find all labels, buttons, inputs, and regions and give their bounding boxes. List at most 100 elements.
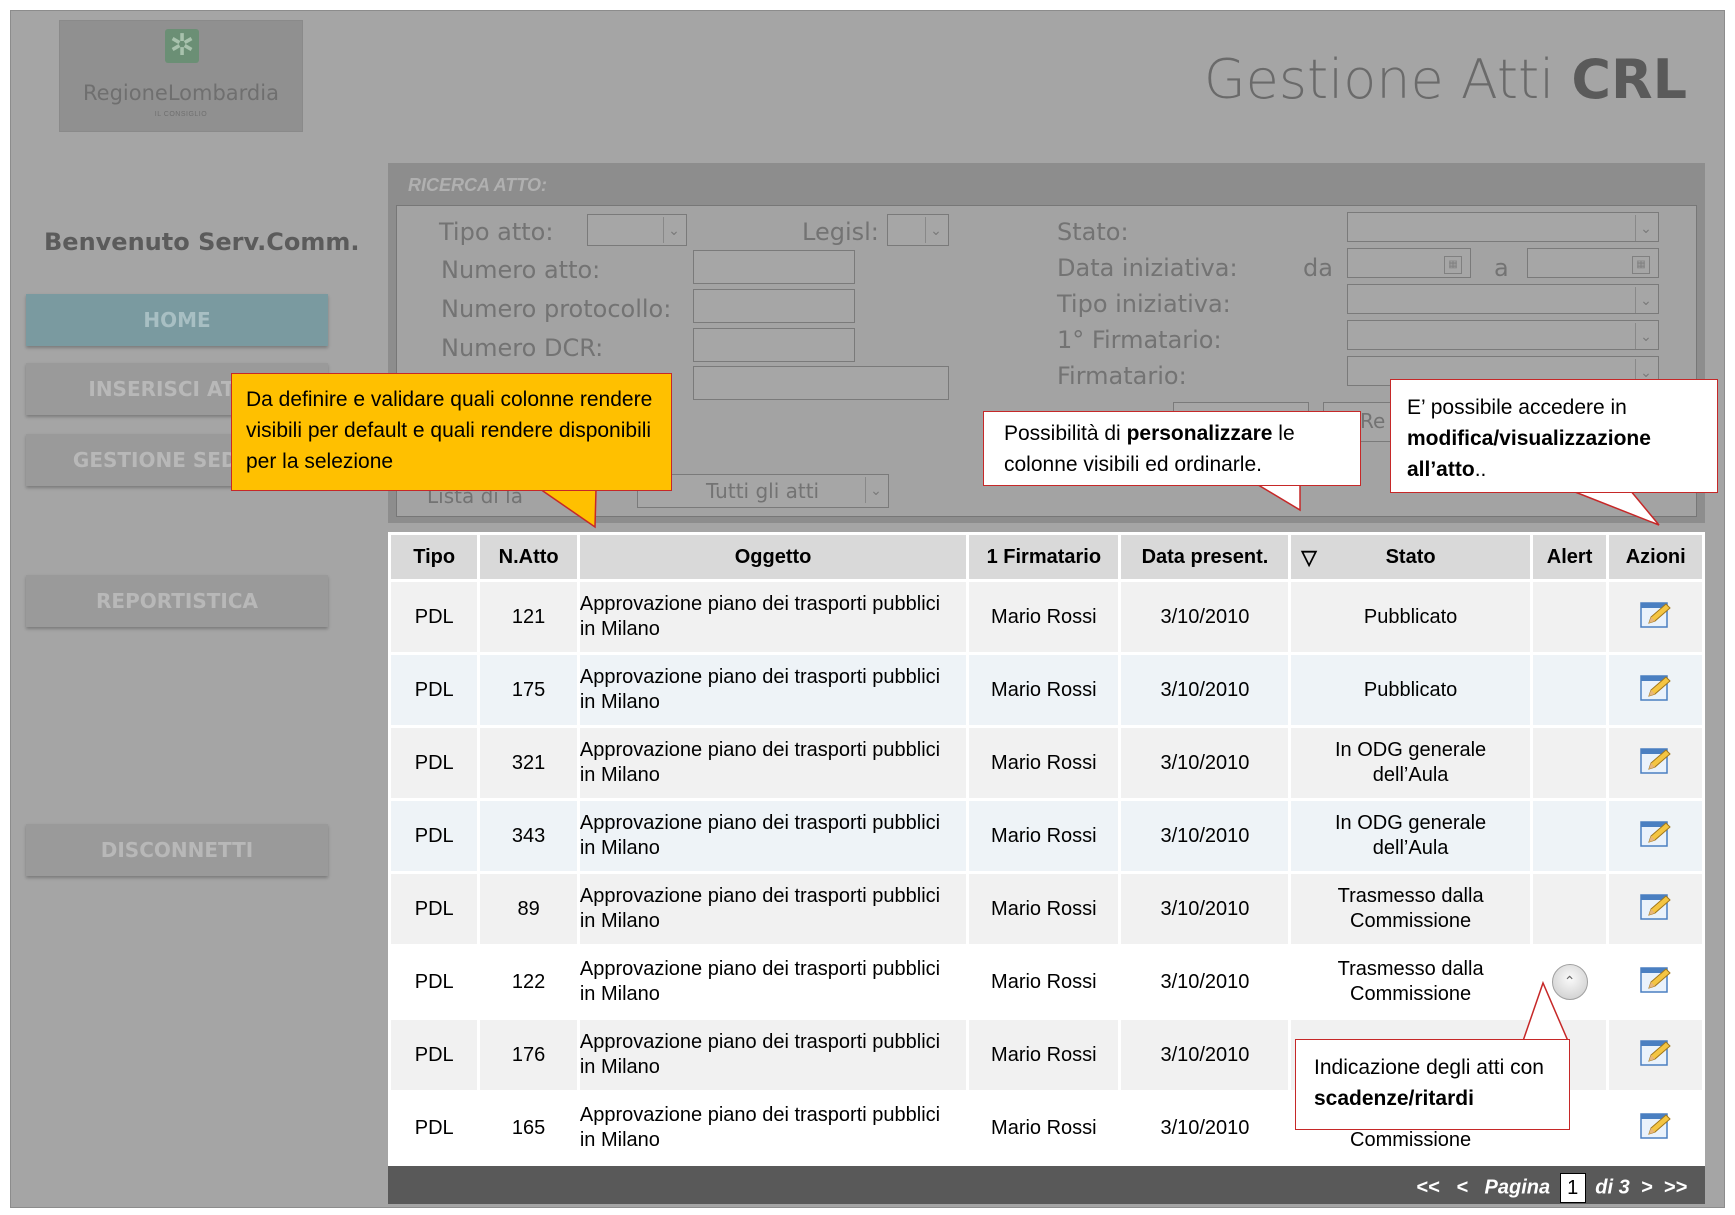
callout-columns-bold: personalizzare bbox=[1126, 422, 1273, 445]
col-natto-header[interactable]: N.Atto bbox=[480, 535, 577, 579]
logo-mark-icon: ✲ bbox=[165, 29, 199, 63]
stato-line-1: In ODG generale bbox=[1334, 739, 1487, 761]
chevron-down-icon: ⌄ bbox=[1635, 215, 1656, 241]
stato-select[interactable]: ⌄ bbox=[1347, 212, 1659, 242]
table-row[interactable]: PDL 122 Approvazione piano dei trasporti… bbox=[391, 947, 1702, 1017]
app-title-bold: CRL bbox=[1571, 48, 1687, 111]
edit-icon[interactable] bbox=[1639, 963, 1673, 995]
cell-data: 3/10/2010 bbox=[1121, 947, 1289, 1017]
calendar-icon[interactable]: ▦ bbox=[1444, 256, 1462, 274]
cell-tipo: PDL bbox=[391, 947, 478, 1017]
cell-alert: ⌃ bbox=[1532, 947, 1607, 1017]
chevron-down-icon: ⌄ bbox=[925, 217, 946, 243]
cell-firmatario: Mario Rossi bbox=[969, 947, 1119, 1017]
next-page-button[interactable]: > bbox=[1641, 1176, 1653, 1198]
stato-label: Stato: bbox=[1057, 218, 1129, 246]
cell-tipo: PDL bbox=[391, 1020, 478, 1090]
nav-home-button[interactable]: HOME bbox=[26, 294, 328, 346]
first-page-button[interactable]: << bbox=[1416, 1176, 1439, 1198]
col-tipo-header[interactable]: Tipo bbox=[391, 535, 478, 579]
table-row[interactable]: PDL 175 Approvazione piano dei trasporti… bbox=[391, 655, 1702, 725]
extra-search-input[interactable] bbox=[693, 366, 949, 400]
oggetto-line-2: in Milano bbox=[579, 1056, 660, 1078]
cell-data: 3/10/2010 bbox=[1121, 874, 1289, 944]
edit-icon[interactable] bbox=[1639, 671, 1673, 703]
cell-azioni bbox=[1609, 728, 1702, 798]
edit-icon[interactable] bbox=[1639, 817, 1673, 849]
callout-alert-bold: scadenze/ritardi bbox=[1314, 1087, 1474, 1110]
oggetto-line-1: Approvazione piano dei trasporti pubblic… bbox=[579, 593, 941, 615]
tipo-iniziativa-select[interactable]: ⌄ bbox=[1347, 284, 1659, 314]
edit-icon[interactable] bbox=[1639, 744, 1673, 776]
oggetto-line-1: Approvazione piano dei trasporti pubblic… bbox=[579, 1104, 941, 1126]
cell-stato: Pubblicato bbox=[1291, 655, 1530, 725]
cell-oggetto: Approvazione piano dei trasporti pubblic… bbox=[579, 947, 967, 1017]
calendar-icon[interactable]: ▦ bbox=[1632, 256, 1650, 274]
cell-tipo: PDL bbox=[391, 874, 478, 944]
cell-firmatario: Mario Rossi bbox=[969, 728, 1119, 798]
data-iniziativa-label: Data iniziativa: bbox=[1057, 254, 1238, 282]
cell-natto: 121 bbox=[480, 582, 577, 652]
table-row[interactable]: PDL 121 Approvazione piano dei trasporti… bbox=[391, 582, 1702, 652]
edit-icon[interactable] bbox=[1639, 1036, 1673, 1068]
prev-page-button[interactable]: < bbox=[1456, 1176, 1468, 1198]
data-a-label: a bbox=[1494, 254, 1509, 282]
cell-azioni bbox=[1609, 1020, 1702, 1090]
primo-firmatario-select[interactable]: ⌄ bbox=[1347, 320, 1659, 350]
cell-data: 3/10/2010 bbox=[1121, 1020, 1289, 1090]
chevron-down-icon: ⌄ bbox=[663, 217, 684, 243]
numero-atto-input[interactable] bbox=[693, 250, 855, 284]
current-page-input[interactable]: 1 bbox=[1559, 1173, 1586, 1203]
numero-dcr-input[interactable] bbox=[693, 328, 855, 362]
cell-tipo: PDL bbox=[391, 801, 478, 871]
legisl-select[interactable]: ⌄ bbox=[887, 214, 949, 246]
edit-icon[interactable] bbox=[1639, 890, 1673, 922]
nav-disconnetti-button[interactable]: DISCONNETTI bbox=[26, 824, 328, 876]
data-da-input[interactable]: ▦ bbox=[1347, 248, 1471, 278]
cell-natto: 165 bbox=[480, 1093, 577, 1163]
table-row[interactable]: PDL 89 Approvazione piano dei trasporti … bbox=[391, 874, 1702, 944]
table-row[interactable]: PDL 343 Approvazione piano dei trasporti… bbox=[391, 801, 1702, 871]
cell-natto: 122 bbox=[480, 947, 577, 1017]
table-row[interactable]: PDL 321 Approvazione piano dei trasporti… bbox=[391, 728, 1702, 798]
cell-oggetto: Approvazione piano dei trasporti pubblic… bbox=[579, 874, 967, 944]
welcome-text: Benvenuto Serv.Comm. bbox=[44, 228, 360, 256]
lista-atti-select[interactable]: Tutti gli atti ⌄ bbox=[637, 474, 889, 508]
cell-firmatario: Mario Rossi bbox=[969, 582, 1119, 652]
cell-natto: 176 bbox=[480, 1020, 577, 1090]
alert-clock-icon[interactable]: ⌃ bbox=[1551, 964, 1588, 1000]
column-sort-icon[interactable]: ▽ bbox=[1301, 545, 1316, 570]
tipo-atto-label: Tipo atto: bbox=[439, 218, 554, 246]
cell-azioni bbox=[1609, 874, 1702, 944]
col-stato-header[interactable]: ▽ Stato bbox=[1291, 535, 1530, 579]
cell-data: 3/10/2010 bbox=[1121, 801, 1289, 871]
col-firmatario-header[interactable]: 1 Firmatario bbox=[969, 535, 1119, 579]
logo-text: RegioneLombardia bbox=[83, 81, 279, 105]
tipo-atto-select[interactable]: ⌄ bbox=[587, 214, 687, 246]
data-a-input[interactable]: ▦ bbox=[1527, 248, 1659, 278]
cell-azioni bbox=[1609, 1093, 1702, 1163]
col-data-header[interactable]: Data present. bbox=[1121, 535, 1289, 579]
cell-stato: Pubblicato bbox=[1291, 582, 1530, 652]
col-azioni-header[interactable]: Azioni bbox=[1609, 535, 1702, 579]
customize-columns-callout: Possibilità di personalizzare le colonne… bbox=[983, 411, 1361, 486]
cell-firmatario: Mario Rossi bbox=[969, 655, 1119, 725]
edit-icon[interactable] bbox=[1639, 1109, 1673, 1141]
col-alert-header[interactable]: Alert bbox=[1532, 535, 1607, 579]
stato-line-1: In ODG generale bbox=[1334, 812, 1487, 834]
col-oggetto-header[interactable]: Oggetto bbox=[579, 535, 967, 579]
stato-line-1: Trasmesso dalla bbox=[1337, 958, 1484, 980]
edit-icon[interactable] bbox=[1639, 598, 1673, 630]
edit-access-callout: E’ possibile accedere in modifica/visual… bbox=[1390, 379, 1718, 493]
callout-edit-post: .. bbox=[1474, 458, 1487, 481]
numero-atto-label: Numero atto: bbox=[441, 256, 601, 284]
stato-line-2: dell’Aula bbox=[1372, 837, 1449, 859]
oggetto-line-2: in Milano bbox=[579, 910, 660, 932]
numero-protocollo-input[interactable] bbox=[693, 289, 855, 323]
chevron-down-icon: ⌄ bbox=[1635, 287, 1656, 313]
last-page-button[interactable]: >> bbox=[1664, 1176, 1687, 1198]
oggetto-line-2: in Milano bbox=[579, 837, 660, 859]
primo-firmatario-label: 1° Firmatario: bbox=[1057, 326, 1222, 354]
cell-oggetto: Approvazione piano dei trasporti pubblic… bbox=[579, 728, 967, 798]
nav-reportistica-button[interactable]: REPORTISTICA bbox=[26, 575, 328, 627]
